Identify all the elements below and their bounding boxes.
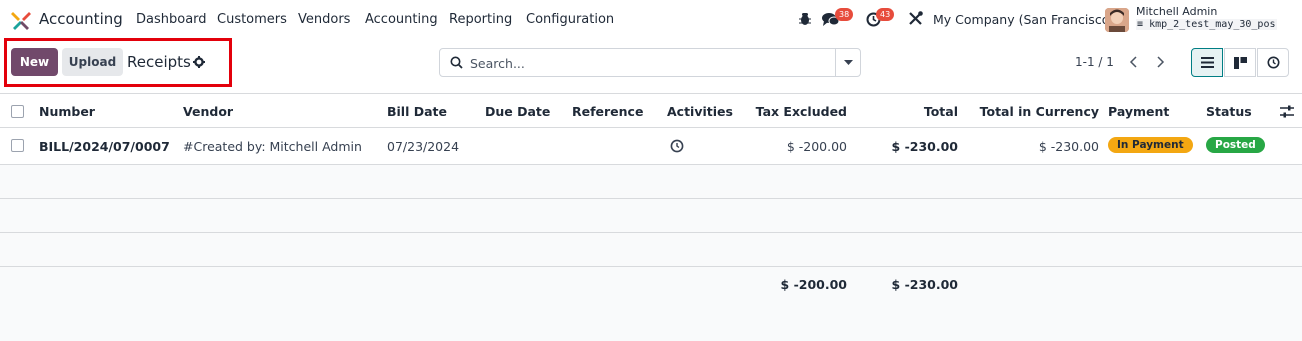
gear-icon[interactable] <box>193 56 205 68</box>
pager-value[interactable]: 1-1 / 1 <box>1075 55 1114 69</box>
cell-bill-date: 07/23/2024 <box>387 139 460 154</box>
pager-previous-button[interactable] <box>1119 48 1147 76</box>
list-icon <box>1200 57 1214 68</box>
bills-list: Number Vendor Bill Date Due Date Referen… <box>0 93 1302 341</box>
cell-tax-excluded: $ -200.00 <box>786 139 847 154</box>
column-total-in-currency[interactable]: Total in Currency <box>979 104 1099 119</box>
user-avatar[interactable] <box>1105 8 1129 32</box>
select-all-checkbox[interactable] <box>11 105 24 118</box>
cell-total-in-currency: $ -230.00 <box>1038 139 1099 154</box>
search-bar <box>439 48 861 77</box>
empty-row <box>0 165 1302 199</box>
column-tax-excluded[interactable]: Tax Excluded <box>747 104 847 119</box>
table-footer: $ -200.00 $ -230.00 <box>0 267 1302 341</box>
cell-number: BILL/2024/07/0007 <box>39 139 170 154</box>
column-vendor[interactable]: Vendor <box>183 104 233 119</box>
database-name-label: kmp_2_test_may_30_pos <box>1149 19 1276 30</box>
company-switcher[interactable]: My Company (San Francisco) <box>933 12 1114 27</box>
breadcrumb: Receipts <box>127 53 191 71</box>
menu-configuration[interactable]: Configuration <box>526 12 614 27</box>
footer-total-sum: $ -230.00 <box>891 277 958 292</box>
table-row[interactable]: BILL/2024/07/0007 #Created by: Mitchell … <box>0 128 1302 165</box>
status-badge: Posted <box>1206 137 1265 153</box>
menu-customers[interactable]: Customers <box>217 12 287 27</box>
kanban-view-button[interactable] <box>1224 48 1256 77</box>
tools-icon[interactable] <box>908 11 923 26</box>
app-name[interactable]: Accounting <box>39 10 123 28</box>
top-navbar: Accounting Dashboard Customers Vendors A… <box>0 0 1302 38</box>
cell-total: $ -230.00 <box>891 139 958 154</box>
column-total[interactable]: Total <box>868 104 958 119</box>
chevron-left-icon <box>1129 56 1137 68</box>
column-number[interactable]: Number <box>39 104 95 119</box>
list-view-button[interactable] <box>1191 48 1223 77</box>
cell-vendor: #Created by: Mitchell Admin <box>183 139 362 154</box>
column-reference[interactable]: Reference <box>572 104 643 119</box>
empty-row <box>0 233 1302 267</box>
payment-status-badge: In Payment <box>1108 137 1193 153</box>
database-icon: ≡ <box>1137 19 1144 30</box>
menu-accounting[interactable]: Accounting <box>365 12 438 27</box>
column-bill-date[interactable]: Bill Date <box>387 104 447 119</box>
column-due-date[interactable]: Due Date <box>485 104 550 119</box>
menu-dashboard[interactable]: Dashboard <box>136 12 207 27</box>
empty-row <box>0 199 1302 233</box>
row-checkbox[interactable] <box>11 139 24 152</box>
database-name: ≡ kmp_2_test_may_30_pos <box>1136 19 1277 30</box>
accounting-app-icon[interactable] <box>11 10 31 30</box>
table-header: Number Vendor Bill Date Due Date Referen… <box>0 93 1302 128</box>
column-payment[interactable]: Payment <box>1108 104 1169 119</box>
footer-tax-excluded-sum: $ -200.00 <box>780 277 847 292</box>
new-button[interactable]: New <box>11 48 58 76</box>
column-activities[interactable]: Activities <box>667 104 733 119</box>
activity-clock-icon[interactable] <box>670 139 684 153</box>
bug-icon[interactable] <box>799 12 811 26</box>
search-options-toggle[interactable] <box>835 49 861 76</box>
search-icon <box>450 56 463 69</box>
column-status[interactable]: Status <box>1206 104 1252 119</box>
activity-view-button[interactable] <box>1257 48 1289 77</box>
pager-next-button[interactable] <box>1147 48 1175 76</box>
menu-vendors[interactable]: Vendors <box>298 12 350 27</box>
activities-count-badge: 43 <box>876 8 895 21</box>
clock-icon <box>1267 56 1279 69</box>
upload-button[interactable]: Upload <box>62 48 123 76</box>
caret-down-icon <box>844 59 853 65</box>
search-input[interactable] <box>470 53 830 73</box>
chevron-right-icon <box>1157 56 1165 68</box>
optional-columns-toggle-icon[interactable] <box>1280 105 1294 118</box>
messages-count-badge: 38 <box>835 8 854 21</box>
kanban-icon <box>1233 56 1247 69</box>
user-name[interactable]: Mitchell Admin <box>1136 5 1217 18</box>
menu-reporting[interactable]: Reporting <box>449 12 512 27</box>
